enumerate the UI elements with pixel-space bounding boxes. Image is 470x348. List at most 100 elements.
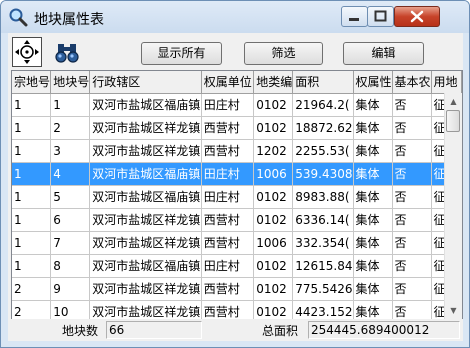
table-cell: 1202 bbox=[253, 139, 294, 163]
maximize-icon bbox=[374, 10, 387, 22]
table-cell: 18872.62 bbox=[292, 116, 354, 140]
table-cell: 2 bbox=[50, 116, 91, 140]
table-row[interactable]: 13双河市盐城区祥龙镇西营村12022255.53(集体否征用 bbox=[12, 139, 462, 163]
table-cell: 否 bbox=[392, 162, 432, 186]
table-cell: 田庄村 bbox=[201, 185, 255, 209]
column-header[interactable]: 地块号 bbox=[50, 71, 91, 94]
table-cell: 1 bbox=[12, 231, 52, 255]
find-tool-button[interactable] bbox=[52, 37, 82, 67]
table-cell: 双河市盐城区福庙镇 bbox=[89, 185, 202, 209]
table-cell: 21964.2( bbox=[292, 93, 354, 117]
table-row[interactable]: 15双河市盐城区福庙镇田庄村01028983.88(集体否征用 bbox=[12, 185, 462, 209]
table-cell: 2 bbox=[12, 277, 52, 301]
table-cell: 0102 bbox=[253, 277, 294, 301]
table-cell: 7 bbox=[50, 231, 91, 255]
table-cell: 双河市盐城区祥龙镇 bbox=[89, 116, 202, 140]
table-cell: 集体 bbox=[353, 116, 393, 140]
table-cell: 6 bbox=[50, 208, 91, 232]
title-bar[interactable]: 地块属性表 bbox=[1, 1, 469, 33]
table-cell: 8 bbox=[50, 254, 91, 278]
table-row[interactable]: 16双河市盐城区祥龙镇西营村01026336.14(集体否征用 bbox=[12, 208, 462, 232]
attribute-table: 宗地号 地块号 行政辖区 权属单位 地类编 面积 权属性 基本农 用地 1 1 双河市盐城区福庙镇田… bbox=[12, 71, 462, 319]
pan-crosshair-icon bbox=[15, 40, 39, 64]
table-cell: 1 bbox=[12, 185, 52, 209]
table-cell: 否 bbox=[392, 231, 432, 255]
table-cell: 否 bbox=[392, 116, 432, 140]
table-cell: 2 bbox=[12, 300, 52, 319]
table-cell: 0102 bbox=[253, 93, 294, 117]
attribute-grid[interactable]: 宗地号 地块号 行政辖区 权属单位 地类编 面积 权属性 基本农 用地 1 1 双河市盐城区福庙镇田… bbox=[11, 70, 463, 320]
table-body: 11双河市盐城区福庙镇田庄村010221964.2(集体否征用12双河市盐城区祥… bbox=[12, 93, 462, 319]
table-cell: 西营村 bbox=[201, 231, 255, 255]
table-row[interactable]: 11双河市盐城区福庙镇田庄村010221964.2(集体否征用 bbox=[12, 93, 462, 117]
column-header[interactable]: 面积 bbox=[292, 71, 354, 94]
table-cell: 田庄村 bbox=[201, 93, 255, 117]
table-cell: 田庄村 bbox=[201, 162, 255, 186]
attribute-table-window: 地块属性表 显示所有 筛选 编辑 宗地号 地块号 行政辖区 权属单位 地类编 面… bbox=[0, 0, 470, 348]
minimize-button[interactable] bbox=[341, 6, 368, 27]
column-header[interactable]: 行政辖区 bbox=[89, 71, 202, 94]
table-cell: 2255.53( bbox=[292, 139, 354, 163]
table-cell: 否 bbox=[392, 277, 432, 301]
table-cell: 集体 bbox=[353, 93, 393, 117]
table-cell: 539.4308 bbox=[292, 162, 354, 186]
table-cell: 集体 bbox=[353, 300, 393, 319]
status-bar: 地块数 66 总面积 254445.689400012 bbox=[8, 319, 463, 341]
table-cell: 否 bbox=[392, 208, 432, 232]
vertical-scrollbar[interactable]: ▲ ▼ bbox=[444, 93, 462, 319]
window-title: 地块属性表 bbox=[34, 12, 104, 28]
binoculars-icon bbox=[55, 44, 79, 63]
table-row[interactable]: 18双河市盐城区福庙镇田庄村010212615.84集体否征用 bbox=[12, 254, 462, 278]
client-area: 显示所有 筛选 编辑 宗地号 地块号 行政辖区 权属单位 地类编 面积 权属性 基本农 用地 1… bbox=[8, 33, 463, 341]
table-cell: 双河市盐城区祥龙镇 bbox=[89, 231, 202, 255]
table-header: 宗地号 地块号 行政辖区 权属单位 地类编 面积 权属性 基本农 用地 bbox=[12, 71, 462, 94]
table-cell: 0102 bbox=[253, 208, 294, 232]
table-cell: 双河市盐城区福庙镇 bbox=[89, 93, 202, 117]
table-row[interactable]: 14双河市盐城区福庙镇田庄村1006539.4308集体否征用 bbox=[12, 162, 462, 186]
maximize-button[interactable] bbox=[367, 6, 394, 27]
total-area-label: 总面积 bbox=[262, 324, 299, 338]
table-cell: 0102 bbox=[253, 185, 294, 209]
table-cell: 集体 bbox=[353, 277, 393, 301]
table-cell: 集体 bbox=[353, 139, 393, 163]
table-cell: 12615.84 bbox=[292, 254, 354, 278]
filter-button[interactable]: 筛选 bbox=[244, 42, 323, 65]
table-cell: 0102 bbox=[253, 254, 294, 278]
table-cell: 1006 bbox=[253, 162, 294, 186]
close-button[interactable] bbox=[394, 6, 440, 27]
column-header[interactable]: 用地 bbox=[431, 71, 462, 94]
column-header[interactable]: 宗地号 bbox=[12, 71, 52, 94]
table-row[interactable]: 17双河市盐城区祥龙镇西营村1006332.354(集体否征用 bbox=[12, 231, 462, 255]
table-cell: 西营村 bbox=[201, 139, 255, 163]
table-cell: 10 bbox=[50, 300, 91, 319]
table-cell: 西营村 bbox=[201, 208, 255, 232]
table-cell: 集体 bbox=[353, 254, 393, 278]
scroll-thumb[interactable] bbox=[446, 110, 460, 132]
column-header[interactable]: 权属单位 bbox=[201, 71, 255, 94]
column-header[interactable]: 地类编 bbox=[253, 71, 294, 94]
table-cell: 4423.152 bbox=[292, 300, 354, 319]
table-cell: 否 bbox=[392, 254, 432, 278]
table-row[interactable]: 210双河市盐城区祥龙镇西营村01024423.152集体否征用 bbox=[12, 300, 462, 319]
column-header[interactable]: 权属性 bbox=[353, 71, 393, 94]
table-row[interactable]: 12双河市盐城区祥龙镇西营村010218872.62集体否征用 bbox=[12, 116, 462, 140]
table-cell: 集体 bbox=[353, 185, 393, 209]
table-cell: 5 bbox=[50, 185, 91, 209]
table-cell: 西营村 bbox=[201, 116, 255, 140]
table-cell: 4 bbox=[50, 162, 91, 186]
pan-tool-button[interactable] bbox=[12, 37, 42, 67]
table-cell: 8983.88( bbox=[292, 185, 354, 209]
table-cell: 1 bbox=[12, 139, 52, 163]
table-cell: 西营村 bbox=[201, 300, 255, 319]
scroll-up-arrow-icon[interactable]: ▲ bbox=[445, 93, 462, 110]
table-cell: 双河市盐城区祥龙镇 bbox=[89, 300, 202, 319]
table-cell: 双河市盐城区祥龙镇 bbox=[89, 277, 202, 301]
table-cell: 9 bbox=[50, 277, 91, 301]
table-cell: 双河市盐城区祥龙镇 bbox=[89, 139, 202, 163]
scroll-down-arrow-icon[interactable]: ▼ bbox=[445, 302, 462, 319]
edit-button[interactable]: 编辑 bbox=[343, 42, 424, 65]
table-cell: 否 bbox=[392, 139, 432, 163]
column-header[interactable]: 基本农 bbox=[392, 71, 432, 94]
table-row[interactable]: 29双河市盐城区祥龙镇西营村0102775.5426集体否征用 bbox=[12, 277, 462, 301]
show-all-button[interactable]: 显示所有 bbox=[141, 42, 222, 65]
